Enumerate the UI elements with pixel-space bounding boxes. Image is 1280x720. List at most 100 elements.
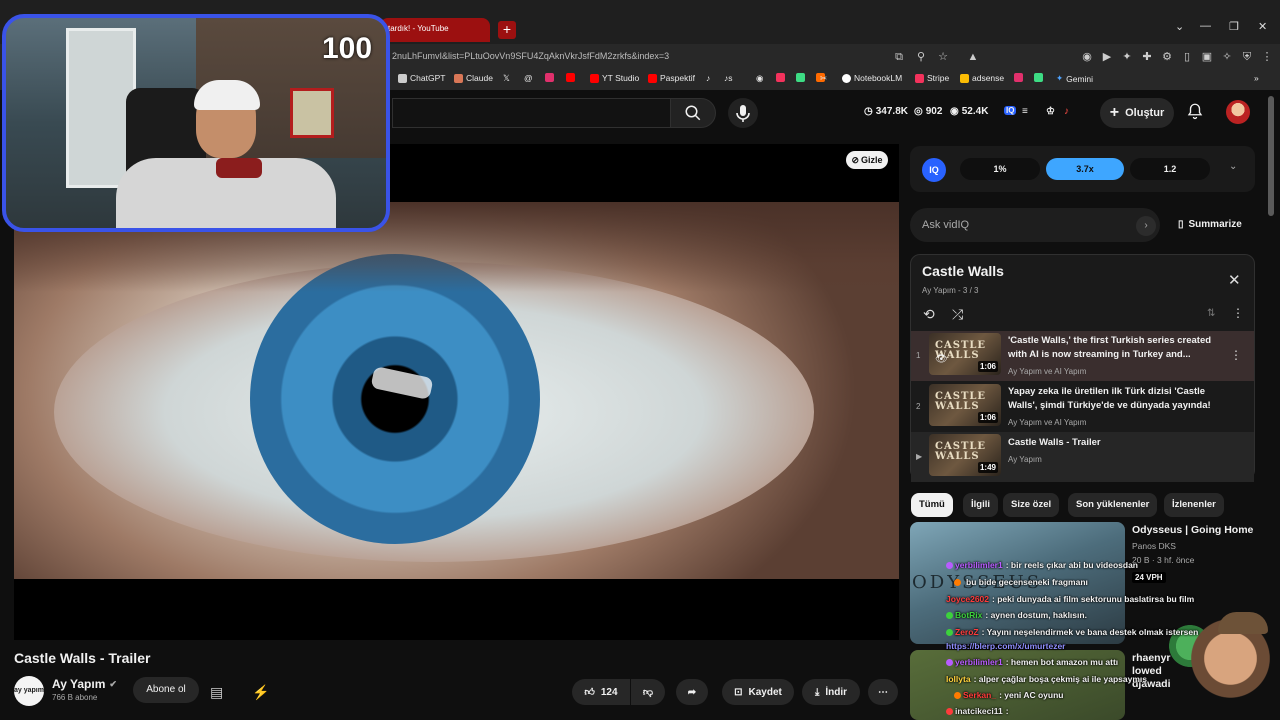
extension-icon[interactable]: ◉ [1078, 48, 1096, 66]
chip-recent[interactable]: Son yüklenenler [1068, 493, 1158, 517]
extension-icon[interactable]: ✧ [1218, 48, 1236, 66]
lightning-icon[interactable]: ⚡ [252, 684, 269, 701]
bookmark-notebooklm[interactable]: NotebookLM [842, 73, 902, 83]
bookmark-tiktok[interactable]: ♪ [706, 73, 710, 83]
recommendation-vph: 24 VPH [1132, 572, 1166, 583]
subscribe-button[interactable]: Abone ol [133, 677, 199, 703]
chip-related[interactable]: İlgili [963, 493, 998, 517]
vidiq-chip[interactable]: 1% [960, 158, 1040, 180]
bookmark-misc[interactable]: ◉ [756, 73, 763, 84]
bookmark-adsense[interactable]: adsense [960, 73, 1004, 83]
account-avatar[interactable] [1226, 100, 1250, 124]
bookmarks-overflow-icon[interactable]: » [1254, 73, 1259, 83]
loop-icon[interactable]: ⟲ [923, 306, 935, 323]
create-button[interactable]: + Oluştur [1100, 98, 1174, 128]
shield-icon[interactable]: ⛨ [1238, 48, 1256, 66]
bookmark-threads[interactable]: @ [524, 73, 533, 83]
vidiq-logo[interactable]: IQ [922, 158, 946, 182]
bookmark-instagram[interactable] [545, 73, 554, 82]
notifications-bell-icon[interactable] [1186, 102, 1204, 125]
vidiq-chip-active[interactable]: 3.7x [1046, 158, 1124, 180]
share-button[interactable]: ➦ [676, 679, 708, 705]
vidiq-icon[interactable]: IQ [1004, 106, 1017, 115]
bookmark-youtube[interactable] [566, 73, 575, 82]
channel-name[interactable]: Ay Yapım ✔ [52, 677, 117, 691]
chip-watched[interactable]: İzlenenler [1164, 493, 1224, 517]
bookmark-misc[interactable] [1014, 73, 1023, 82]
sort-icon[interactable]: ⇅ [1207, 308, 1215, 319]
more-vert-icon[interactable]: ⋮ [1232, 306, 1244, 320]
document-icon[interactable]: ▤ [210, 684, 223, 701]
bookmark-misc[interactable] [796, 73, 805, 82]
chat-badge-icon [946, 659, 953, 667]
chat-badge-icon [946, 708, 953, 716]
vidiq-chip[interactable]: 1.2 [1130, 158, 1210, 180]
bookmark-chatgpt[interactable]: ChatGPT [398, 73, 445, 83]
bookmark-tiktok-s[interactable]: ♪s [724, 73, 733, 83]
new-tab-button[interactable]: + [498, 21, 516, 39]
maximize-icon[interactable]: ❐ [1229, 20, 1239, 33]
chip-all[interactable]: Tümü [911, 493, 953, 517]
minimize-icon[interactable]: — [1200, 20, 1211, 32]
alert-bell-icon[interactable]: ♪ [1064, 106, 1069, 117]
more-vert-icon[interactable]: ⋮ [1230, 348, 1242, 362]
sidebar-icon[interactable]: ▯ [1178, 48, 1196, 66]
chip-for-you[interactable]: Size özel [1003, 493, 1060, 517]
playlist-title[interactable]: Castle Walls [922, 263, 1004, 279]
bookmark-x[interactable]: 𝕏 [503, 73, 510, 84]
playlist-thumbnail[interactable]: CASTLE WALLS 1:49 [929, 434, 1001, 476]
bookmark-claude[interactable]: Claude [454, 73, 493, 83]
chevron-down-icon[interactable]: ⌄ [1229, 161, 1237, 172]
recommendation-title[interactable]: Odysseus | Going Home [1132, 524, 1253, 536]
puzzle-icon[interactable]: ✚ [1138, 48, 1156, 66]
scrollbar[interactable] [1268, 96, 1274, 216]
extension-icon[interactable]: ✦ [1118, 48, 1136, 66]
extension-icon[interactable]: ▣ [1198, 48, 1216, 66]
dislike-button[interactable]: 👎︎ [631, 679, 665, 705]
shuffle-icon[interactable]: ⤮ [952, 306, 963, 323]
voice-search-button[interactable] [728, 98, 758, 128]
bookmark-paspektif[interactable]: Paspektif [648, 73, 695, 83]
extension-icon[interactable]: ▶ [1098, 48, 1116, 66]
chat-message: bu bide gecenseneki fragmanı [954, 577, 1088, 587]
bookmark-stripe[interactable]: Stripe [915, 73, 949, 83]
hide-button[interactable]: ⊘ Gizle [846, 151, 888, 169]
browser-tab[interactable]: tardık! - YouTube [380, 18, 490, 42]
url-text[interactable]: 2nuLhFumvI&list=PLtuOovVn9SFU4ZqAknVkrJs… [392, 51, 669, 61]
open-external-icon[interactable]: ⧉ [890, 48, 908, 66]
bookmark-gemini[interactable]: ✦ Gemini [1056, 73, 1093, 84]
chat-link[interactable]: https://blerp.com/x/umurtezer [946, 641, 1066, 651]
bookmark-yt-studio[interactable]: YT Studio [590, 73, 639, 83]
search-input[interactable] [392, 98, 670, 128]
trophy-icon[interactable]: ♔ [1046, 106, 1055, 117]
playlist-item-title[interactable]: Yapay zeka ile üretilen ilk Türk dizisi … [1008, 385, 1224, 413]
more-actions-button[interactable]: ⋯ [868, 679, 898, 705]
search-button[interactable] [670, 98, 716, 128]
stat-views: ◷ 347.8K [864, 106, 908, 117]
video-frame[interactable] [14, 202, 899, 579]
bookmark-icon: ⊡ [734, 686, 743, 698]
bookmark-misc[interactable] [1034, 73, 1043, 82]
bookmark-misc[interactable] [776, 73, 785, 82]
close-icon[interactable]: ✕ [1228, 271, 1241, 289]
bookmark-star-icon[interactable]: ☆ [934, 48, 952, 66]
playlist-thumbnail[interactable]: CASTLE WALLS 1:06 [929, 384, 1001, 426]
playlist-item-title[interactable]: 'Castle Walls,' the first Turkish series… [1008, 334, 1224, 362]
like-button[interactable]: 👍︎ 124 [572, 679, 630, 705]
extension-icon[interactable]: ▲ [964, 48, 982, 66]
bookmark-misc[interactable]: ✂ [820, 73, 827, 84]
send-arrow-icon[interactable]: › [1136, 216, 1156, 236]
menu-icon[interactable]: ⋮ [1258, 48, 1276, 66]
channel-avatar[interactable]: ay yapım [14, 676, 44, 706]
list-icon[interactable]: ≡ [1022, 106, 1028, 117]
extension-icon[interactable]: ⚙ [1158, 48, 1176, 66]
clock-icon: ◷ [864, 106, 873, 117]
zoom-icon[interactable]: ⚲ [912, 48, 930, 66]
summarize-button[interactable]: ▯ Summarize [1178, 219, 1242, 230]
close-icon[interactable]: ✕ [1258, 20, 1267, 33]
app-icon [796, 73, 805, 82]
save-button[interactable]: ⊡ Kaydet [722, 679, 794, 705]
download-button[interactable]: ⤓ İndir [802, 679, 860, 705]
playlist-item-title[interactable]: Castle Walls - Trailer [1008, 436, 1224, 450]
chevron-down-icon[interactable]: ⌄ [1175, 20, 1184, 33]
